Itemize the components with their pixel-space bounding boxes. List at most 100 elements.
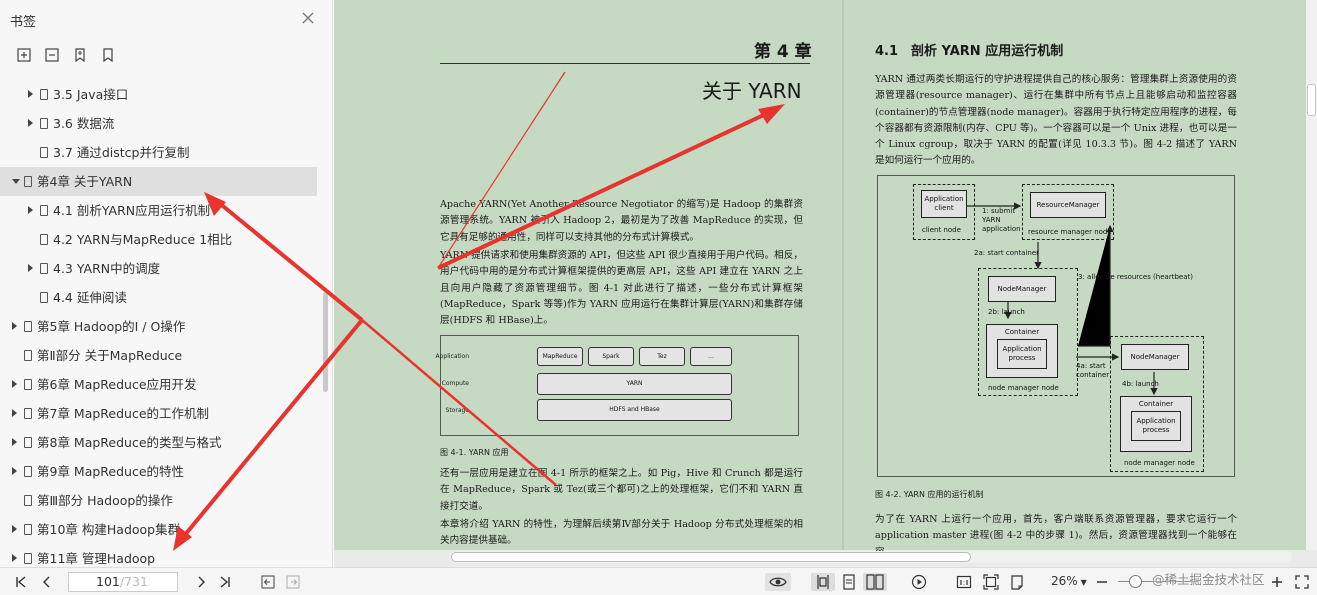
bookmark-icon (24, 408, 32, 419)
bookmark-label: 4.3 YARN中的调度 (53, 261, 161, 276)
figure-yarn-applications: Application Compute Storage MapReduce Sp… (435, 335, 799, 436)
bookmark-item[interactable]: 第Ⅲ部分 Hadoop的操作 (0, 486, 320, 515)
bookmark-item[interactable]: 第Ⅱ部分 关于MapReduce (0, 341, 320, 370)
chapter-rule (440, 63, 810, 64)
bookmark-sidebar: 书签 3.5 Java接口 3.6 数据流 3.7 通过distcp并行复制第4章 … (0, 0, 333, 567)
chevron-right-icon[interactable] (28, 119, 33, 127)
chevron-right-icon[interactable] (12, 322, 17, 330)
bookmark-icon[interactable] (98, 45, 117, 64)
bookmark-icon (24, 495, 32, 506)
paragraph: 还有一层应用是建立在图 4-1 所示的框架之上。如 Pig，Hive 和 Cru… (440, 468, 803, 512)
bookmark-icon (40, 147, 48, 158)
bookmark-item[interactable]: 4.4 延伸阅读 (0, 283, 320, 312)
node-manager-box-2: NodeManager (1121, 344, 1189, 370)
app-client-box: Application client (921, 190, 967, 218)
chevron-right-icon[interactable] (12, 409, 17, 417)
fig-box-yarn: YARN (537, 373, 732, 395)
bookmark-item[interactable]: 第5章 Hadoop的I / O操作 (0, 312, 320, 341)
bookmark-icon (24, 466, 32, 477)
bookmark-icon (40, 118, 48, 129)
back-icon[interactable] (258, 573, 278, 591)
fit-page-icon[interactable] (980, 573, 1002, 591)
zoom-value: 26% (1051, 574, 1078, 588)
last-page-icon[interactable] (214, 573, 236, 591)
vertical-scrollbar[interactable] (1306, 0, 1317, 550)
bookmark-item[interactable]: 第4章 关于YARN (0, 167, 317, 196)
bookmark-item[interactable]: 第7章 MapReduce的工作机制 (0, 399, 320, 428)
total-pages: /731 (119, 574, 148, 589)
expand-all-icon[interactable] (14, 45, 33, 64)
chevron-right-icon[interactable] (12, 467, 17, 475)
bookmark-icon (24, 524, 32, 535)
next-page-icon[interactable] (190, 573, 212, 591)
bookmark-icon (24, 176, 32, 187)
figure-caption: 图 4-2. YARN 应用的运行机制 (875, 490, 984, 499)
bookmark-item[interactable]: 第6章 MapReduce应用开发 (0, 370, 320, 399)
chapter-title: 关于 YARN (702, 79, 802, 103)
chevron-right-icon[interactable] (12, 438, 17, 446)
fig-label: resource manager node (1028, 228, 1112, 236)
fig-row-label: Storage (445, 407, 469, 414)
add-bookmark-icon[interactable] (70, 45, 89, 64)
container-label: Container (1138, 400, 1174, 408)
fig-box-more: ... (690, 347, 732, 366)
paragraph: 本章将介绍 YARN 的特性，为理解后续第Ⅳ部分关于 Hadoop 分布式处理框… (440, 519, 803, 547)
fig-label: 2a: start container (974, 249, 1040, 257)
horizontal-scrollbar[interactable] (451, 551, 1292, 563)
watermark: @稀土掘金技术社区 (1152, 572, 1265, 587)
first-page-icon[interactable] (10, 573, 32, 591)
bookmark-item[interactable]: 3.5 Java接口 (0, 80, 320, 109)
zoom-level[interactable]: 26% ▼ (1051, 574, 1087, 588)
zoom-out-icon[interactable] (1093, 573, 1111, 591)
fullscreen-icon[interactable] (1293, 573, 1311, 591)
vertical-scroll-thumb[interactable] (1307, 84, 1316, 116)
bookmark-item[interactable]: 第9章 MapReduce的特性 (0, 457, 320, 486)
horizontal-scroll-thumb[interactable] (451, 552, 971, 562)
sidebar-header: 书签 (0, 0, 333, 38)
single-page-icon[interactable] (811, 573, 835, 591)
bookmark-icon (24, 437, 32, 448)
actual-size-icon[interactable] (953, 573, 975, 591)
chevron-down-icon[interactable] (12, 179, 20, 184)
two-page-icon[interactable] (863, 573, 887, 591)
fig-label: client node (922, 226, 961, 234)
chevron-right-icon[interactable] (28, 90, 33, 98)
chevron-right-icon[interactable] (12, 525, 17, 533)
fit-width-icon[interactable] (1006, 573, 1028, 591)
chevron-right-icon[interactable] (28, 206, 33, 214)
close-icon[interactable] (300, 10, 316, 26)
eye-care-icon[interactable] (765, 573, 791, 591)
zoom-slider-handle[interactable] (1129, 575, 1142, 588)
chevron-right-icon[interactable] (28, 264, 33, 272)
bookmark-item[interactable]: 4.2 YARN与MapReduce 1相比 (0, 225, 320, 254)
prev-page-icon[interactable] (36, 573, 58, 591)
page-number-input[interactable]: 101/731 (68, 572, 178, 592)
bookmark-label: 第Ⅱ部分 关于MapReduce (37, 348, 183, 363)
bookmark-label: 第9章 MapReduce的特性 (37, 464, 185, 479)
chevron-right-icon[interactable] (12, 554, 17, 562)
collapse-all-icon[interactable] (42, 45, 61, 64)
bookmark-item[interactable]: 4.1 剖析YARN应用运行机制 (0, 196, 320, 225)
bookmark-item[interactable]: 第10章 构建Hadoop集群 (0, 515, 320, 544)
bookmark-label: 第10章 构建Hadoop集群 (37, 522, 181, 537)
chevron-right-icon[interactable] (12, 380, 17, 388)
figure-caption: 图 4-1. YARN 应用 (440, 448, 509, 457)
app-process-box: Application process (997, 339, 1047, 369)
zoom-in-icon[interactable] (1268, 573, 1286, 591)
bookmark-label: 3.6 数据流 (53, 116, 115, 131)
bookmark-item[interactable]: 3.6 数据流 (0, 109, 320, 138)
sidebar-toolbar (14, 45, 117, 65)
bookmark-label: 第4章 关于YARN (37, 174, 133, 189)
sidebar-scrollbar[interactable] (323, 292, 328, 392)
forward-icon[interactable] (283, 573, 303, 591)
continuous-page-icon[interactable] (838, 573, 860, 591)
fig-label: 1: submit YARN application (982, 207, 1021, 233)
bookmark-item[interactable]: 4.3 YARN中的调度 (0, 254, 320, 283)
play-icon[interactable] (908, 573, 930, 591)
bookmark-item[interactable]: 第8章 MapReduce的类型与格式 (0, 428, 320, 457)
bookmark-item[interactable]: 3.7 通过distcp并行复制 (0, 138, 320, 167)
bookmark-icon (40, 89, 48, 100)
bookmark-icon (24, 379, 32, 390)
fig-label: node manager node (1124, 459, 1195, 467)
bookmark-icon (24, 553, 32, 564)
